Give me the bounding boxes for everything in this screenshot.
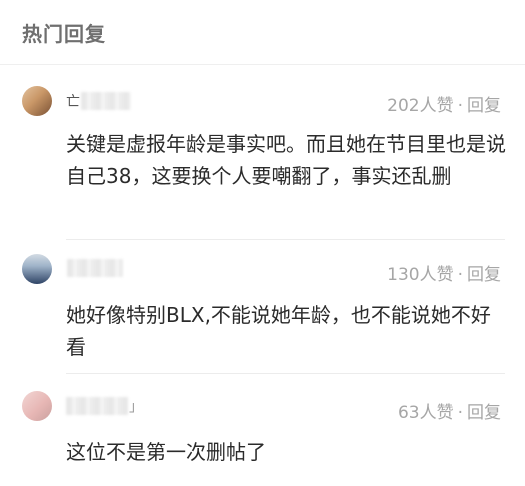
reply-button[interactable]: 回复 — [467, 265, 501, 285]
username-blurred[interactable] — [66, 258, 123, 278]
divider — [66, 373, 505, 374]
meta-separator: · — [457, 265, 463, 285]
comment-meta: 63人赞 · 回复 — [398, 398, 501, 423]
meta-separator: · — [457, 96, 463, 116]
hot-replies-panel: 热门回复 亡 202人赞 · 回复 关键是虚报年龄是事实吧。而且她在节目里也是说自己… — [0, 0, 525, 486]
reply-button[interactable]: 回复 — [467, 403, 501, 423]
like-count[interactable]: 130人赞 — [387, 265, 453, 285]
reply-button[interactable]: 回复 — [467, 96, 501, 116]
username-blur — [81, 92, 131, 110]
comment-text: 关键是虚报年龄是事实吧。而且她在节目里也是说自己38，这要换个人要嘲翻了，事实还… — [66, 132, 506, 188]
avatar[interactable] — [22, 391, 52, 421]
username-blurred[interactable]: 」 — [66, 396, 143, 416]
meta-separator: · — [457, 403, 463, 423]
like-count[interactable]: 202人赞 — [387, 96, 453, 116]
username-blurred[interactable]: 亡 — [66, 91, 131, 111]
username-blur — [67, 259, 123, 277]
comment-meta: 202人赞 · 回复 — [387, 91, 501, 116]
comment-text: 这位不是第一次删帖了 — [66, 440, 266, 464]
comment-meta: 130人赞 · 回复 — [387, 260, 501, 285]
username-partial: 亡 — [66, 94, 80, 110]
username-blur — [66, 397, 128, 415]
divider — [66, 239, 505, 240]
username-partial: 」 — [129, 399, 143, 415]
avatar[interactable] — [22, 86, 52, 116]
comment-text: 她好像特别BLX,不能说她年龄，也不能说她不好看 — [66, 303, 491, 359]
avatar[interactable] — [22, 254, 52, 284]
section-title: 热门回复 — [22, 22, 106, 46]
like-count[interactable]: 63人赞 — [398, 403, 454, 423]
divider — [0, 64, 525, 65]
